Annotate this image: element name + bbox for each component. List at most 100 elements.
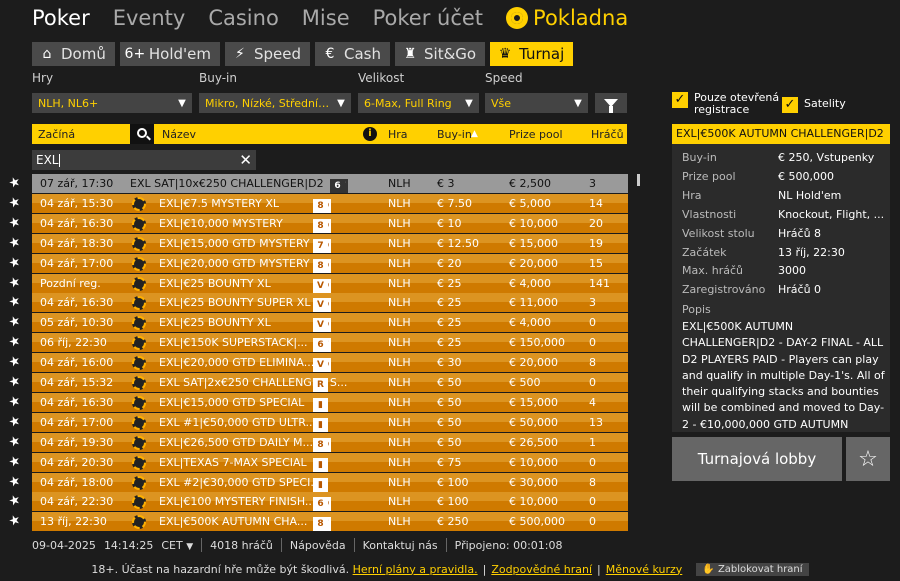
block-gaming-button[interactable]: ✋ Zablokovat hraní [696,562,809,576]
table-row[interactable]: ★ 04 zář, 16:30 EXL|€25 BOUNTY SUPER XL NLH… [0,293,640,313]
star-icon[interactable]: ★ [7,313,25,331]
table-row[interactable]: ★ 04 zář, 17:00 EXL|€20,000 GTD MYSTERY NLH… [0,253,640,273]
star-icon[interactable]: ★ [7,234,25,252]
nav-casino[interactable]: Casino [208,6,278,30]
table-row[interactable]: ★ 06 říj, 22:30 EXL|€150K SUPERSTACK|... NL… [0,333,640,353]
table-row[interactable]: ★ 04 zář, 17:00 EXL #1|€50,000 GTD ULTR...… [0,413,640,432]
scrollbar[interactable] [637,174,640,186]
tab-holdem[interactable]: 6+ Hold'em [119,42,220,66]
filter-size-select[interactable]: 6-Max, Full Ring ▼ [358,93,479,113]
star-icon[interactable]: ★ [7,293,25,311]
row-body[interactable]: 04 zář, 22:30 EXL|€100 MYSTERY FINISH... N… [32,492,628,512]
cell-buyin: € 50 [437,395,462,409]
star-icon[interactable]: ★ [7,452,25,470]
home-icon: ⌂ [42,46,52,62]
star-icon[interactable]: ★ [7,433,25,451]
star-icon[interactable]: ★ [7,214,25,232]
nav-missions[interactable]: Mise [302,6,350,30]
row-body[interactable]: 04 zář, 18:30 EXL|€15,000 GTD MYSTERY NLH €… [32,233,628,253]
table-row[interactable]: ★ 04 zář, 22:30 EXL|€100 MYSTERY FINISH...… [0,492,640,512]
clear-icon[interactable]: ✕ [239,150,252,170]
satellite-checkbox[interactable]: ✓ Satelity [782,97,846,113]
filter-speed-select[interactable]: Vše ▼ [485,93,588,113]
table-row[interactable]: ★ 04 zář, 18:00 EXL #2|€30,000 GTD SPECI..… [0,472,640,492]
row-body[interactable]: 04 zář, 16:30 EXL|€10,000 MYSTERY NLH € 10 €… [32,213,628,233]
star-icon[interactable]: ★ [7,253,25,271]
tournament-lobby-button[interactable]: Turnajová lobby [672,437,842,481]
row-body[interactable]: 04 zář, 16:30 EXL|€25 BOUNTY SUPER XL NLH €… [32,293,628,313]
search-toggle[interactable] [130,124,154,144]
row-body[interactable]: 05 zář, 10:30 EXL|€25 BOUNTY XL NLH € 25 € 4… [32,313,628,333]
nav-cashier[interactable]: Pokladna [506,6,628,30]
row-body[interactable]: Pozdní reg. EXL|€25 BOUNTY XL NLH € 25 € 4,0… [32,273,628,293]
tab-sitgo[interactable]: ♜ Sit&Go [395,42,486,66]
cell-name: EXL #1|€50,000 GTD ULTR... [159,415,316,429]
table-row[interactable]: ★ 04 zář, 15:30 EXL|€7.5 MYSTERY XL NLH € 7.… [0,194,640,213]
row-body[interactable]: 07 zář, 17:30 EXL SAT|10x€250 CHALLENGER|… [32,174,628,193]
search-input[interactable]: EXL ✕ [32,150,256,170]
game-rules-link[interactable]: Herní plány a pravidla. [353,563,478,576]
star-icon[interactable]: ★ [7,472,25,490]
filter-game-select[interactable]: NLH, NL6+ ▼ [32,93,192,113]
nav-poker[interactable]: Poker [32,6,90,30]
star-icon[interactable]: ★ [7,393,25,411]
table-row[interactable]: ★ 05 zář, 10:30 EXL|€25 BOUNTY XL NLH € 25 € … [0,313,640,333]
row-body[interactable]: 06 říj, 22:30 EXL|€150K SUPERSTACK|... NLH… [32,333,628,353]
table-row[interactable]: ★ 04 zář, 16:30 EXL|€15,000 GTD SPECIAL NLH… [0,393,640,412]
nav-poker-account[interactable]: Poker účet [373,6,483,30]
nav-events[interactable]: Eventy [113,6,186,30]
filter-buyin-select[interactable]: Mikro, Nízké, Střední,... ▼ [199,93,351,113]
row-body[interactable]: 04 zář, 16:00 EXL|€20,000 GTD ELIMINA... N… [32,353,628,373]
table-row[interactable]: ★ 07 zář, 17:30 EXL SAT|10x€250 CHALLENGER… [0,174,640,193]
table-row[interactable]: ★ 13 říj, 22:30 EXL|€500K AUTUMN CHA... NLH… [0,512,640,532]
tab-dom[interactable]: ⌂ Domů [32,42,115,66]
tab-speed[interactable]: ⚡ Speed [224,42,310,66]
table-row[interactable]: ★ 04 zář, 18:30 EXL|€15,000 GTD MYSTERY NLH… [0,234,640,253]
cell-name: EXL|€20,000 GTD MYSTERY [159,256,310,270]
filter-button[interactable] [595,93,627,113]
favorite-button[interactable]: ☆ [846,437,890,481]
cell-name: EXL|€15,000 GTD MYSTERY [159,236,310,250]
table-row[interactable]: ★ 04 zář, 20:30 EXL|TEXAS 7-MAX SPECIAL NLH… [0,452,640,472]
cell-start: 05 zář, 10:30 [40,316,114,330]
row-body[interactable]: 04 zář, 18:00 EXL #2|€30,000 GTD SPECI...… [32,472,628,492]
speed-badge: V [313,278,328,293]
timezone-select[interactable]: CET ▼ [161,539,193,552]
star-icon[interactable]: ★ [7,492,25,510]
row-body[interactable]: 04 zář, 15:30 EXL|€7.5 MYSTERY XL NLH € 7.5… [32,193,628,213]
star-icon[interactable]: ★ [7,512,25,530]
table-row[interactable]: ★ Pozdní reg. EXL|€25 BOUNTY XL NLH € 25 € 4,… [0,273,640,293]
star-icon[interactable]: ★ [7,373,25,391]
row-body[interactable]: 04 zář, 17:00 EXL|€20,000 GTD MYSTERY NLH €… [32,253,628,273]
info-icon[interactable]: i [363,127,377,141]
col-start[interactable]: Začíná [38,128,75,141]
table-row[interactable]: ★ 04 zář, 15:32 EXL SAT|2x€250 CHALLENGER … [0,373,640,392]
table-row[interactable]: ★ 04 zář, 16:00 EXL|€20,000 GTD ELIMINA...… [0,353,640,373]
col-buyin[interactable]: Buy-in [437,128,472,141]
star-icon[interactable]: ★ [7,333,25,351]
star-icon[interactable]: ★ [7,353,25,371]
help-link[interactable]: Nápověda [290,539,346,552]
star-icon[interactable]: ★ [7,273,25,291]
contact-link[interactable]: Kontaktuj nás [363,539,438,552]
open-registration-checkbox[interactable]: ✓ Pouze otevřená registrace [672,92,787,116]
tab-turnaj[interactable]: ♛ Turnaj [490,42,574,66]
star-icon[interactable]: ★ [7,194,25,212]
table-row[interactable]: ★ 04 zář, 16:30 EXL|€10,000 MYSTERY NLH € 10… [0,214,640,233]
row-body[interactable]: 04 zář, 19:30 EXL|€26,500 GTD DAILY M... N… [32,432,628,452]
row-body[interactable]: 04 zář, 17:00 EXL #1|€50,000 GTD ULTR... N… [32,412,628,432]
responsible-gaming-link[interactable]: Zodpovědné hraní [491,563,592,576]
col-name[interactable]: Název [162,128,196,141]
currency-rates-link[interactable]: Měnové kurzy [606,563,683,576]
star-icon[interactable]: ★ [7,174,25,192]
row-body[interactable]: 04 zář, 15:32 EXL SAT|2x€250 CHALLENGER S… [32,373,628,392]
row-body[interactable]: 04 zář, 20:30 EXL|TEXAS 7-MAX SPECIAL NLH €… [32,452,628,472]
tab-cash[interactable]: € Cash [315,42,390,66]
star-icon[interactable]: ★ [7,413,25,431]
col-players[interactable]: Hráčů [591,128,624,141]
table-row[interactable]: ★ 04 zář, 19:30 EXL|€26,500 GTD DAILY M...… [0,433,640,452]
row-body[interactable]: 04 zář, 16:30 EXL|€15,000 GTD SPECIAL NLH €… [32,392,628,412]
col-game[interactable]: Hra [388,128,408,141]
row-body[interactable]: 13 říj, 22:30 EXL|€500K AUTUMN CHA... NLH €… [32,512,628,532]
col-prize[interactable]: Prize pool [509,128,563,141]
